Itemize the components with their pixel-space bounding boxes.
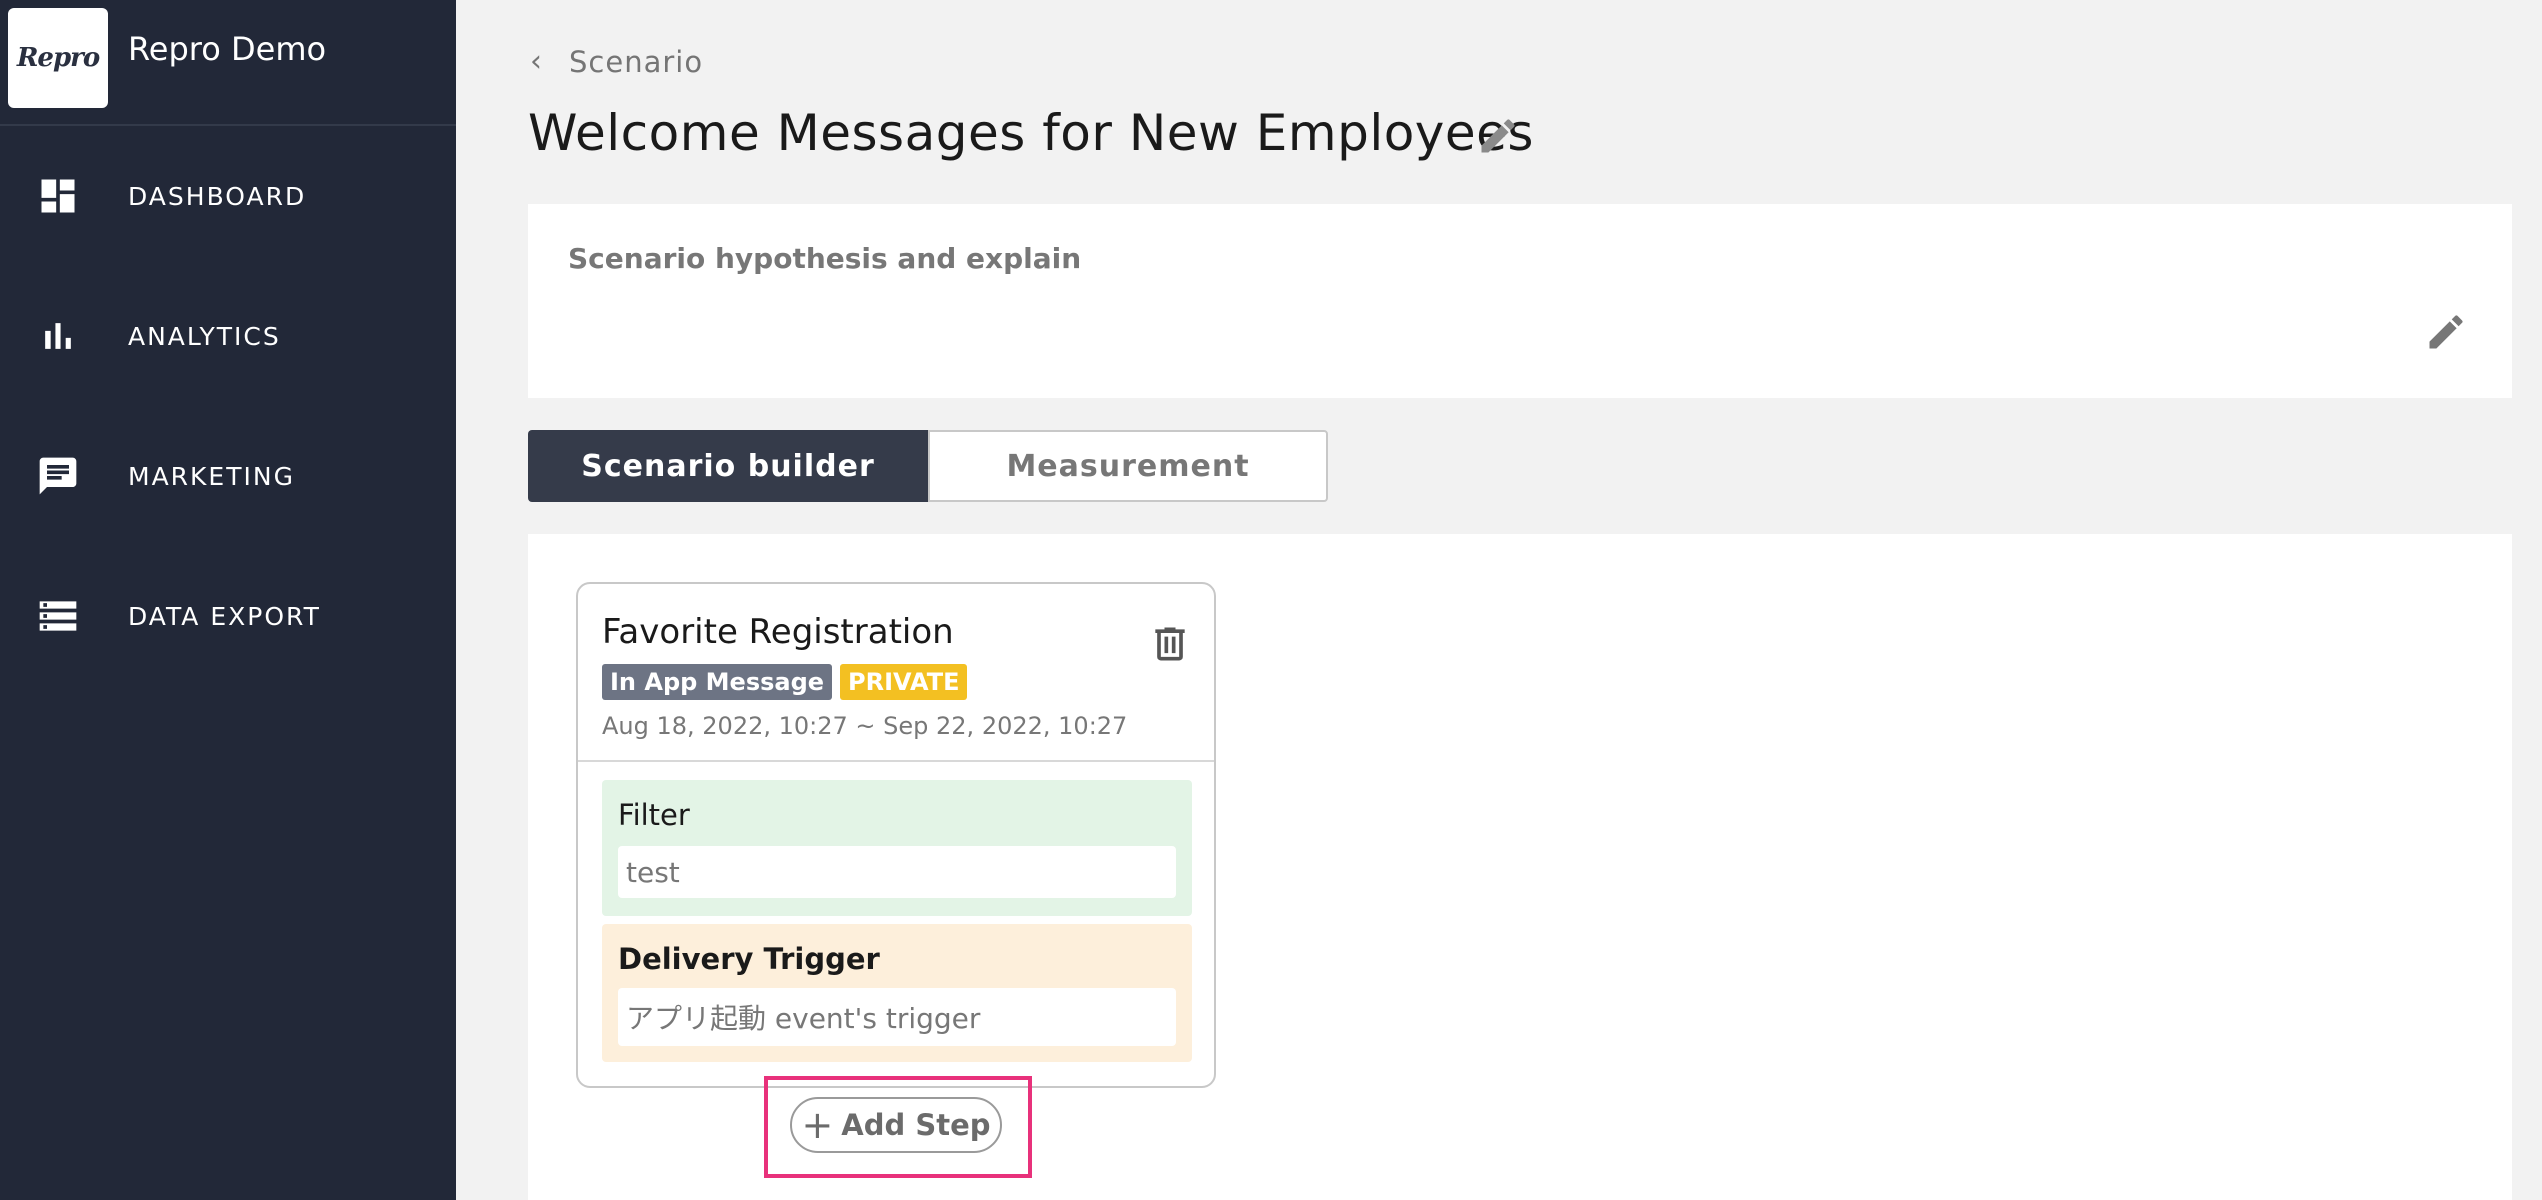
sidebar-item-dashboard[interactable]: DASHBOARD bbox=[0, 146, 456, 246]
trigger-label: Delivery Trigger bbox=[618, 942, 880, 976]
add-step-button[interactable]: + Add Step bbox=[790, 1097, 1002, 1153]
delivery-trigger-section[interactable]: Delivery Trigger アプリ起動 event's trigger bbox=[602, 924, 1192, 1062]
step-date-range: Aug 18, 2022, 10:27 ~ Sep 22, 2022, 10:2… bbox=[602, 712, 1128, 740]
dashboard-icon bbox=[41, 179, 75, 213]
sidebar-item-analytics[interactable]: ANALYTICS bbox=[0, 286, 456, 386]
edit-title-icon[interactable] bbox=[1476, 114, 1520, 158]
type-badge: In App Message bbox=[602, 664, 833, 700]
filter-label: Filter bbox=[618, 798, 690, 832]
sidebar-item-label: MARKETING bbox=[128, 461, 295, 491]
page-title: Welcome Messages for New Employees bbox=[528, 104, 1534, 162]
edit-hypothesis-icon[interactable] bbox=[2424, 310, 2468, 354]
status-badge: PRIVATE bbox=[840, 664, 968, 700]
bar-chart-icon bbox=[45, 323, 71, 349]
tab-scenario-builder[interactable]: Scenario builder bbox=[528, 430, 928, 502]
trigger-value: アプリ起動 event's trigger bbox=[618, 988, 1176, 1046]
divider bbox=[578, 760, 1214, 762]
sidebar-item-label: DASHBOARD bbox=[128, 181, 307, 211]
filter-section[interactable]: Filter test bbox=[602, 780, 1192, 916]
sidebar: Repro Repro Demo DASHBOARD ANALYTICS MAR… bbox=[0, 0, 456, 1200]
logo-text: Repro bbox=[16, 43, 100, 73]
chat-icon bbox=[39, 457, 77, 495]
back-label: Scenario bbox=[569, 44, 704, 79]
filter-value: test bbox=[618, 846, 1176, 898]
plus-icon: + bbox=[801, 1103, 834, 1147]
hypothesis-label: Scenario hypothesis and explain bbox=[568, 242, 1082, 275]
back-to-scenario-link[interactable]: ‹ Scenario bbox=[530, 44, 703, 79]
tab-measurement[interactable]: Measurement bbox=[928, 430, 1328, 502]
chevron-left-icon: ‹ bbox=[530, 44, 543, 79]
sidebar-item-data-export[interactable]: DATA EXPORT bbox=[0, 566, 456, 666]
app-logo[interactable]: Repro bbox=[8, 8, 108, 108]
app-name: Repro Demo bbox=[128, 30, 327, 68]
trash-icon[interactable] bbox=[1148, 620, 1192, 668]
add-step-label: Add Step bbox=[841, 1108, 991, 1142]
step-title: Favorite Registration bbox=[602, 612, 954, 652]
sidebar-item-label: DATA EXPORT bbox=[128, 601, 321, 631]
sidebar-item-label: ANALYTICS bbox=[128, 321, 281, 351]
storage-icon bbox=[39, 601, 77, 631]
sidebar-item-marketing[interactable]: MARKETING bbox=[0, 426, 456, 526]
brand-header: Repro Repro Demo bbox=[0, 0, 456, 126]
step-badges: In App Message PRIVATE bbox=[602, 664, 968, 700]
step-card[interactable]: Favorite Registration In App Message PRI… bbox=[576, 582, 1216, 1088]
hypothesis-card: Scenario hypothesis and explain bbox=[528, 204, 2512, 398]
